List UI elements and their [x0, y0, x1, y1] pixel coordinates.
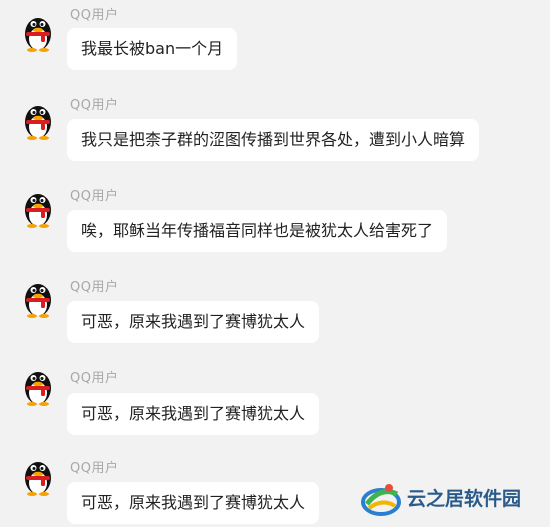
sender-name: QQ用户	[70, 461, 119, 476]
qq-penguin-avatar-icon[interactable]	[20, 12, 56, 52]
sender-name: QQ用户	[70, 371, 119, 386]
qq-penguin-avatar-icon[interactable]	[20, 100, 56, 140]
watermark: 云之居软件园	[357, 472, 547, 524]
sender-name: QQ用户	[70, 189, 119, 204]
chat-window: QQ用户 我最长被ban一个月 QQ用户 我只是把柰子群的涩图传播到世界各处，遭…	[0, 0, 550, 527]
message-bubble[interactable]: 我只是把柰子群的涩图传播到世界各处，遭到小人暗算	[67, 119, 480, 161]
qq-penguin-avatar-icon[interactable]	[20, 366, 56, 406]
message-bubble[interactable]: 可恶，原来我遇到了赛博犹太人	[67, 393, 320, 435]
sender-name: QQ用户	[70, 8, 119, 23]
message-bubble[interactable]: 唉，耶稣当年传播福音同样也是被犹太人给害死了	[67, 210, 448, 252]
message-bubble[interactable]: 我最长被ban一个月	[67, 28, 238, 70]
sender-name: QQ用户	[70, 98, 119, 113]
qq-penguin-avatar-icon[interactable]	[20, 278, 56, 318]
watermark-text: 云之居软件园	[407, 488, 522, 510]
message-bubble[interactable]: 可恶，原来我遇到了赛博犹太人	[67, 301, 320, 343]
message-bubble[interactable]: 可恶，原来我遇到了赛博犹太人	[67, 482, 320, 524]
sender-name: QQ用户	[70, 280, 119, 295]
site-logo-icon	[361, 484, 401, 516]
qq-penguin-avatar-icon[interactable]	[20, 456, 56, 496]
qq-penguin-avatar-icon[interactable]	[20, 188, 56, 228]
